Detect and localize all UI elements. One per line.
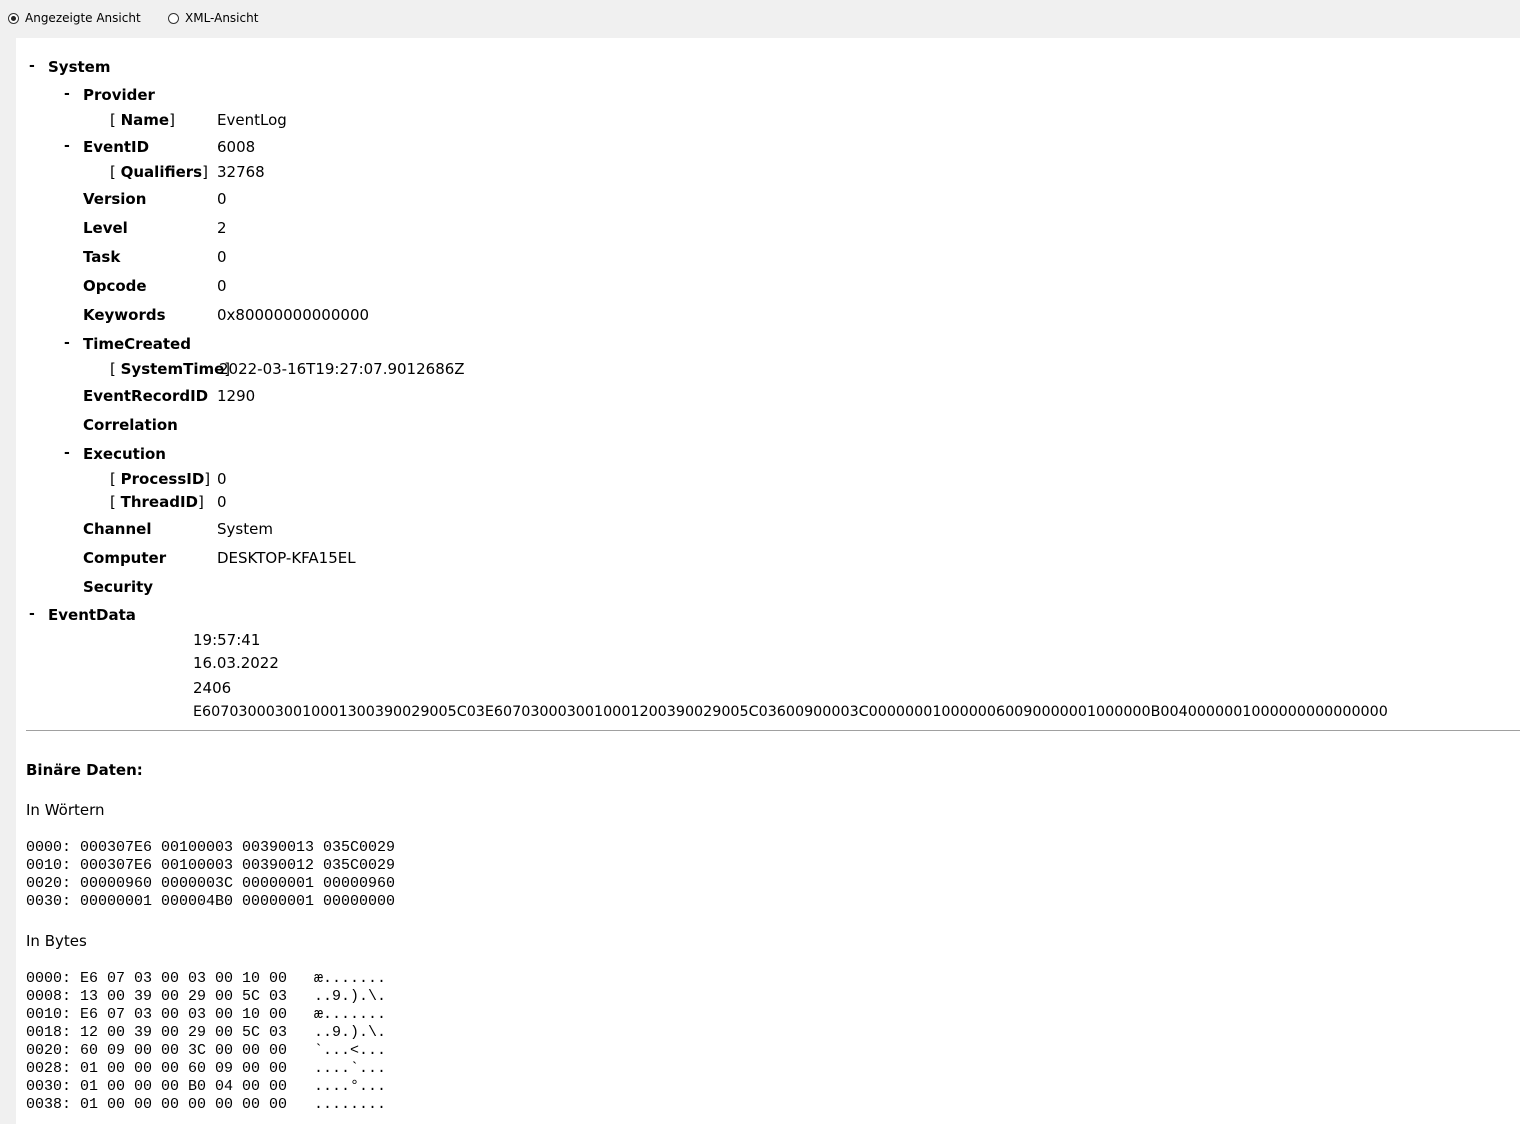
node-security: Security bbox=[83, 578, 154, 596]
value-qualifiers: 32768 bbox=[217, 163, 265, 181]
radio-checked-icon[interactable] bbox=[8, 12, 19, 24]
value-processid: 0 bbox=[217, 470, 227, 488]
section-divider bbox=[26, 730, 1520, 731]
value-level: 2 bbox=[217, 219, 227, 237]
words-label: In Wörtern bbox=[26, 801, 105, 819]
eventdata-value-hex: E6070300030010001300390029005C03E6070300… bbox=[193, 704, 1388, 720]
radio-xml-view[interactable]: XML-Ansicht bbox=[168, 10, 258, 26]
left-border bbox=[0, 38, 16, 1124]
view-toggle-bar: Angezeigte Ansicht XML-Ansicht bbox=[0, 0, 1520, 38]
eventdata-value: 16.03.2022 bbox=[193, 654, 279, 672]
eventdata-value: 2406 bbox=[193, 679, 232, 697]
value-eventrecordid: 1290 bbox=[217, 387, 256, 405]
value-computer: DESKTOP-KFA15EL bbox=[217, 549, 356, 567]
attr-threadid: [ ThreadID] bbox=[110, 493, 204, 511]
radio-display-view[interactable]: Angezeigte Ansicht bbox=[8, 10, 141, 26]
node-opcode: Opcode bbox=[83, 277, 147, 295]
attr-systemtime: [ SystemTime] bbox=[110, 360, 231, 378]
binary-data-heading: Binäre Daten: bbox=[26, 761, 143, 779]
node-task: Task bbox=[83, 248, 121, 266]
value-threadid: 0 bbox=[217, 493, 227, 511]
node-system: System bbox=[48, 58, 111, 76]
event-details-pane[interactable]: - System - Provider [ Name] EventLog - E… bbox=[16, 38, 1520, 1124]
node-computer: Computer bbox=[83, 549, 167, 567]
node-version: Version bbox=[83, 190, 147, 208]
collapse-system-toggle[interactable]: - bbox=[29, 58, 35, 74]
value-version: 0 bbox=[217, 190, 227, 208]
node-level: Level bbox=[83, 219, 128, 237]
node-channel: Channel bbox=[83, 520, 152, 538]
radio-xml-view-label[interactable]: XML-Ansicht bbox=[185, 11, 258, 25]
node-eventrecordid: EventRecordID bbox=[83, 387, 209, 405]
node-eventdata: EventData bbox=[48, 606, 136, 624]
radio-unchecked-icon[interactable] bbox=[168, 12, 179, 24]
collapse-eventid-toggle[interactable]: - bbox=[64, 138, 70, 154]
value-opcode: 0 bbox=[217, 277, 227, 295]
collapse-eventdata-toggle[interactable]: - bbox=[29, 606, 35, 622]
value-channel: System bbox=[217, 520, 273, 538]
bytes-hex-dump: 0000: E6 07 03 00 03 00 10 00 æ....... 0… bbox=[26, 970, 387, 1113]
node-correlation: Correlation bbox=[83, 416, 178, 434]
value-systemtime: 2022-03-16T19:27:07.9012686Z bbox=[219, 360, 465, 378]
collapse-timecreated-toggle[interactable]: - bbox=[64, 335, 70, 351]
attr-qualifiers: [ Qualifiers] bbox=[110, 163, 208, 181]
node-eventid: EventID bbox=[83, 138, 150, 156]
collapse-provider-toggle[interactable]: - bbox=[64, 86, 70, 102]
value-task: 0 bbox=[217, 248, 227, 266]
radio-display-view-label[interactable]: Angezeigte Ansicht bbox=[25, 11, 141, 25]
words-hex-dump: 0000: 000307E6 00100003 00390013 035C002… bbox=[26, 839, 396, 910]
node-timecreated: TimeCreated bbox=[83, 335, 191, 353]
node-keywords: Keywords bbox=[83, 306, 166, 324]
value-name: EventLog bbox=[217, 111, 287, 129]
attr-processid: [ ProcessID] bbox=[110, 470, 211, 488]
node-provider: Provider bbox=[83, 86, 155, 104]
value-keywords: 0x80000000000000 bbox=[217, 306, 370, 324]
value-eventid: 6008 bbox=[217, 138, 256, 156]
bytes-label: In Bytes bbox=[26, 932, 87, 950]
collapse-execution-toggle[interactable]: - bbox=[64, 445, 70, 461]
node-execution: Execution bbox=[83, 445, 166, 463]
eventdata-value: 19:57:41 bbox=[193, 631, 261, 649]
attr-name: [ Name] bbox=[110, 111, 175, 129]
